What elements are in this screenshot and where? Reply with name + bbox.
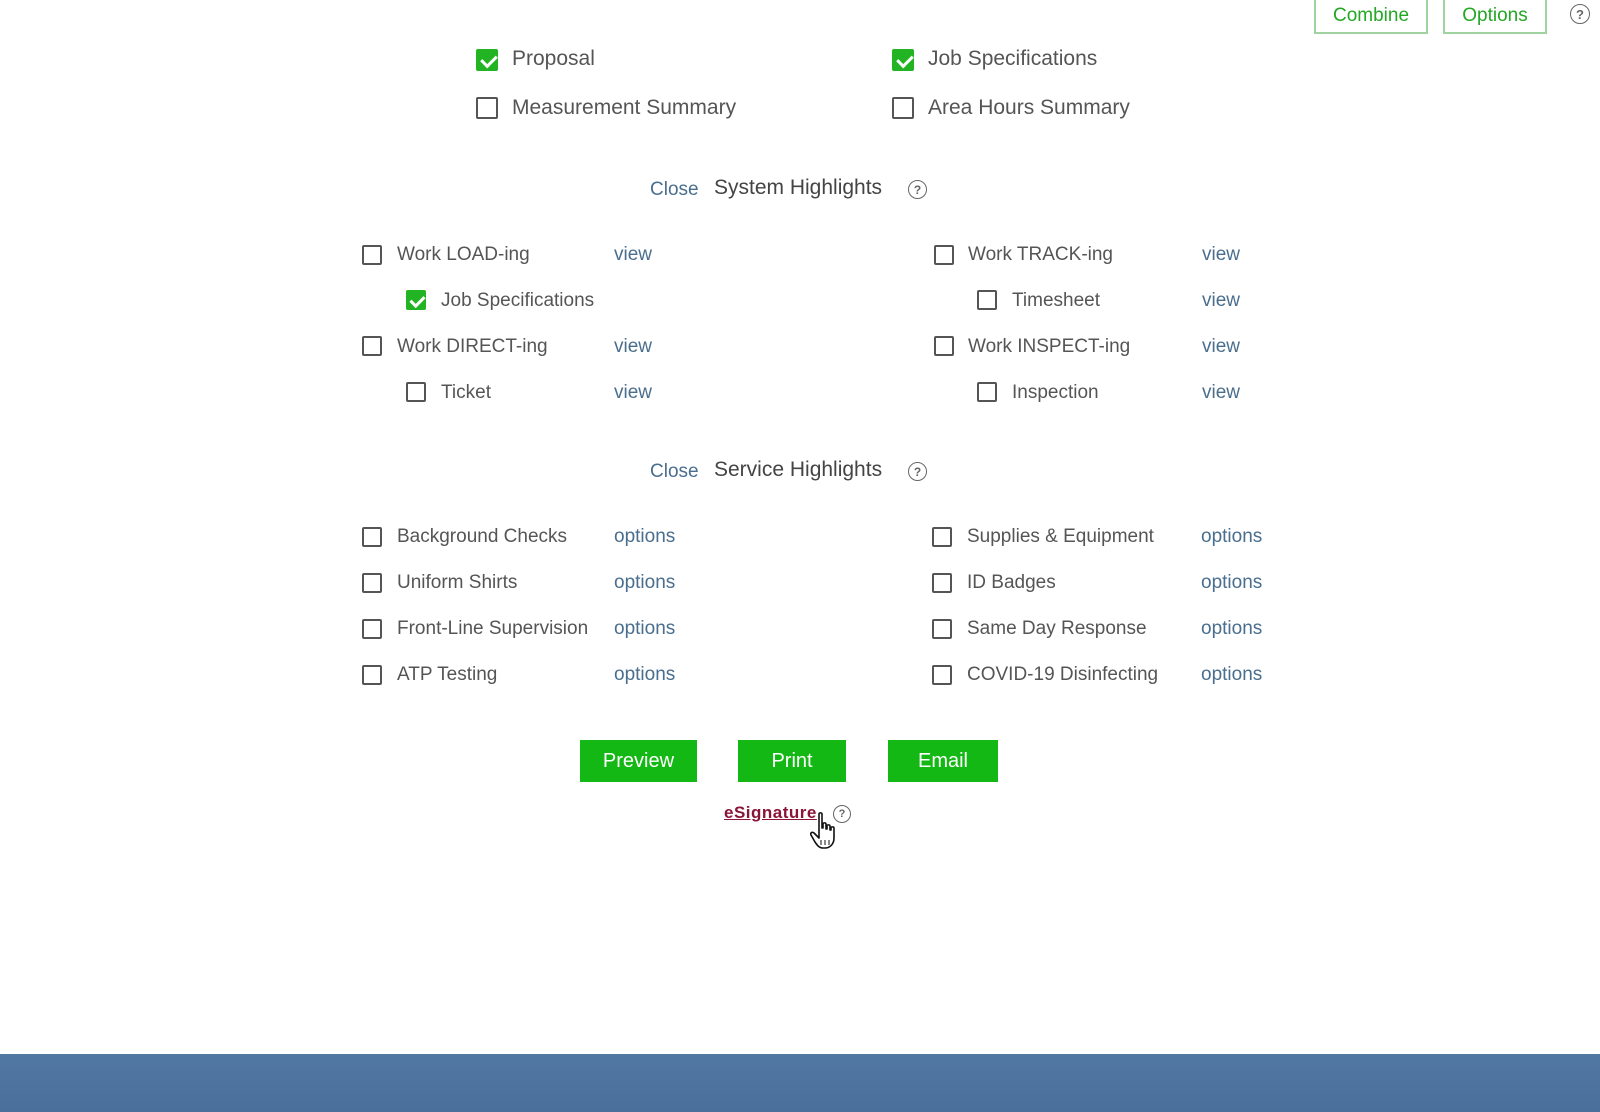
background-checks-options-link[interactable]: options: [614, 526, 675, 548]
id-badges-label: ID Badges: [967, 572, 1056, 593]
work-inspecting-label: Work INSPECT-ing: [968, 336, 1131, 357]
supplies-equipment-checkbox[interactable]: [932, 527, 952, 547]
ticket-label: Ticket: [441, 382, 491, 403]
front-line-supervision-checkbox[interactable]: [362, 619, 382, 639]
help-icon[interactable]: ?: [1570, 4, 1590, 24]
supplies-equipment-label: Supplies & Equipment: [967, 526, 1154, 547]
same-day-response-checkbox[interactable]: [932, 619, 952, 639]
uniform-shirts-label: Uniform Shirts: [397, 572, 518, 593]
options-button[interactable]: Options: [1443, 0, 1547, 34]
system-highlights-close-link[interactable]: Close: [650, 179, 699, 201]
job-specifications-label: Job Specifications: [928, 47, 1098, 70]
front-line-supervision-options-link[interactable]: options: [614, 618, 675, 640]
ticket-checkbox[interactable]: [406, 382, 426, 402]
same-day-response-label: Same Day Response: [967, 618, 1147, 639]
timesheet-checkbox[interactable]: [977, 290, 997, 310]
covid-disinfecting-label: COVID-19 Disinfecting: [967, 664, 1159, 685]
service-highlights-title: Service Highlights: [714, 458, 883, 481]
footer-bar: [0, 1054, 1600, 1112]
covid-disinfecting-checkbox[interactable]: [932, 665, 952, 685]
measurement-summary-label: Measurement Summary: [512, 96, 737, 119]
work-tracking-checkbox[interactable]: [934, 245, 954, 265]
background-checks-label: Background Checks: [397, 526, 568, 547]
proposal-checkbox[interactable]: [476, 49, 498, 71]
uniform-shirts-checkbox[interactable]: [362, 573, 382, 593]
sys-job-specifications-label: Job Specifications: [441, 290, 595, 311]
atp-testing-checkbox[interactable]: [362, 665, 382, 685]
work-directing-view-link[interactable]: view: [614, 336, 652, 358]
same-day-response-options-link[interactable]: options: [1201, 618, 1262, 640]
inspection-label: Inspection: [1012, 382, 1099, 403]
job-specifications-checkbox[interactable]: [892, 49, 914, 71]
email-button[interactable]: Email: [888, 740, 998, 782]
work-tracking-label: Work TRACK-ing: [968, 244, 1113, 265]
work-inspecting-checkbox[interactable]: [934, 336, 954, 356]
work-loading-view-link[interactable]: view: [614, 244, 652, 266]
measurement-summary-checkbox[interactable]: [476, 97, 498, 119]
system-highlights-help-icon[interactable]: ?: [908, 180, 927, 199]
uniform-shirts-options-link[interactable]: options: [614, 572, 675, 594]
area-hours-summary-checkbox[interactable]: [892, 97, 914, 119]
atp-testing-label: ATP Testing: [397, 664, 498, 685]
timesheet-label: Timesheet: [1012, 290, 1100, 311]
inspection-view-link[interactable]: view: [1202, 382, 1240, 404]
atp-testing-options-link[interactable]: options: [614, 664, 675, 686]
system-highlights-title: System Highlights: [714, 176, 883, 199]
covid-disinfecting-options-link[interactable]: options: [1201, 664, 1262, 686]
work-directing-label: Work DIRECT-ing: [397, 336, 548, 357]
esignature-link[interactable]: eSignature: [724, 803, 817, 823]
work-directing-checkbox[interactable]: [362, 336, 382, 356]
timesheet-view-link[interactable]: view: [1202, 290, 1240, 312]
ticket-view-link[interactable]: view: [614, 382, 652, 404]
combine-button[interactable]: Combine: [1314, 0, 1428, 34]
work-inspecting-view-link[interactable]: view: [1202, 336, 1240, 358]
work-tracking-view-link[interactable]: view: [1202, 244, 1240, 266]
area-hours-summary-label: Area Hours Summary: [928, 96, 1130, 119]
print-button[interactable]: Print: [738, 740, 846, 782]
work-loading-checkbox[interactable]: [362, 245, 382, 265]
sys-job-specifications-checkbox[interactable]: [406, 290, 426, 310]
front-line-supervision-label: Front-Line Supervision: [397, 618, 589, 639]
service-highlights-close-link[interactable]: Close: [650, 461, 699, 483]
proposal-label: Proposal: [512, 47, 595, 70]
hand-cursor-icon: [810, 812, 835, 849]
work-loading-label: Work LOAD-ing: [397, 244, 530, 265]
service-highlights-help-icon[interactable]: ?: [908, 462, 927, 481]
id-badges-checkbox[interactable]: [932, 573, 952, 593]
preview-button[interactable]: Preview: [580, 740, 697, 782]
supplies-equipment-options-link[interactable]: options: [1201, 526, 1262, 548]
id-badges-options-link[interactable]: options: [1201, 572, 1262, 594]
background-checks-checkbox[interactable]: [362, 527, 382, 547]
inspection-checkbox[interactable]: [977, 382, 997, 402]
